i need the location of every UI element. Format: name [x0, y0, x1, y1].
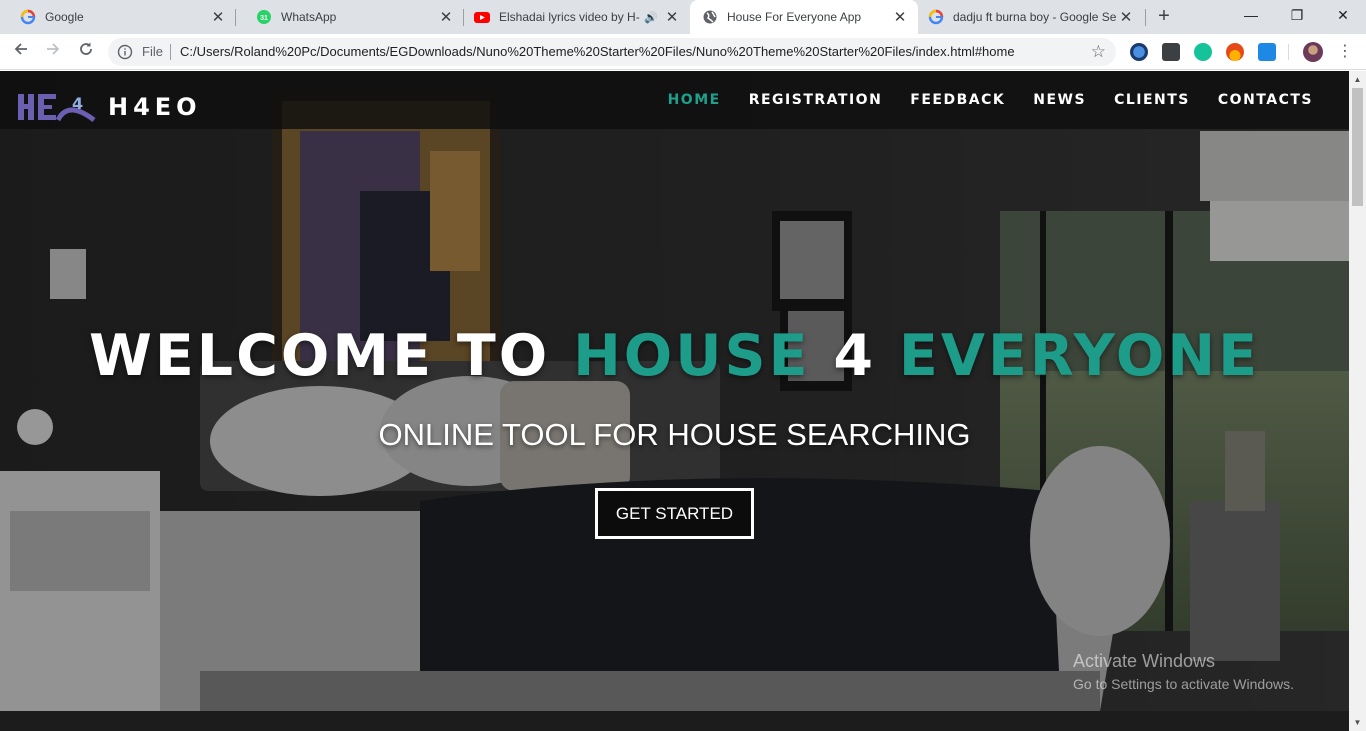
extension-puzzle-icon[interactable]: [1162, 43, 1180, 61]
back-button[interactable]: [9, 40, 33, 64]
windows-activation-watermark: Activate Windows Go to Settings to activ…: [1073, 651, 1294, 692]
avatar[interactable]: [1303, 42, 1323, 62]
forward-button[interactable]: [41, 40, 65, 64]
logo-mark-text: 4: [72, 94, 83, 113]
close-tab-icon[interactable]: ✕: [1116, 8, 1136, 26]
tab-strip: Google ✕ 31 WhatsApp ✕ Elshadai lyrics v…: [0, 0, 1366, 34]
logo-mark-icon: 4: [18, 94, 96, 122]
whatsapp-icon: 31: [256, 9, 272, 25]
tab-youtube[interactable]: Elshadai lyrics video by H-c 🔊 ✕: [464, 0, 690, 34]
nav-contacts[interactable]: CONTACTS: [1218, 92, 1313, 108]
tab-title: Elshadai lyrics video by H-c: [499, 10, 641, 24]
tab-house-for-everyone[interactable]: House For Everyone App ✕: [690, 0, 918, 34]
arrow-right-icon: [47, 43, 60, 55]
tab-google[interactable]: Google ✕: [0, 0, 236, 34]
extension-square-icon[interactable]: [1258, 43, 1276, 61]
tab-title: WhatsApp: [281, 10, 337, 24]
extension-globe-icon[interactable]: [1130, 43, 1148, 61]
youtube-icon: [474, 9, 490, 25]
headline-house: HOUSE: [573, 323, 811, 389]
headline-everyone: EVERYONE: [898, 323, 1261, 389]
nav-clients[interactable]: CLIENTS: [1114, 92, 1190, 108]
google-icon: [928, 9, 944, 25]
get-started-button[interactable]: GET STARTED: [595, 488, 754, 539]
headline-four: 4: [833, 323, 877, 389]
whatsapp-badge: 31: [260, 15, 268, 22]
google-icon: [20, 9, 36, 25]
hero-headline: WELCOME TO HOUSE 4 EVERYONE: [0, 323, 1349, 389]
site-logo[interactable]: 4 H4EO: [16, 92, 202, 122]
reload-button[interactable]: [74, 40, 98, 64]
close-tab-icon[interactable]: ✕: [436, 8, 456, 26]
reload-icon: [80, 42, 92, 55]
headline-welcome: WELCOME TO: [88, 323, 551, 389]
bookmark-star-icon[interactable]: ☆: [1091, 42, 1106, 62]
close-window-button[interactable]: ✕: [1320, 0, 1366, 30]
tab-title: dadju ft burna boy - Google Se: [953, 10, 1116, 24]
grammarly-icon[interactable]: [1194, 43, 1212, 61]
address-bar[interactable]: File C:/Users/Roland%20Pc/Documents/EGDo…: [108, 38, 1116, 66]
minimize-button[interactable]: —: [1228, 0, 1274, 30]
main-nav: HOME REGISTRATION FEEDBACK NEWS CLIENTS …: [640, 71, 1313, 129]
extension-fire-icon[interactable]: [1226, 43, 1244, 61]
page-viewport: 4 H4EO HOME REGISTRATION FEEDBACK NEWS C…: [0, 71, 1366, 731]
logo-text: H4EO: [108, 93, 202, 121]
scroll-up-arrow-icon[interactable]: ▲: [1349, 71, 1366, 88]
tab-title: Google: [45, 10, 84, 24]
close-tab-icon[interactable]: ✕: [208, 8, 228, 26]
nav-feedback[interactable]: FEEDBACK: [910, 92, 1005, 108]
browser-toolbar: File C:/Users/Roland%20Pc/Documents/EGDo…: [0, 34, 1366, 70]
nav-news[interactable]: NEWS: [1033, 92, 1086, 108]
maximize-button[interactable]: ❐: [1274, 0, 1320, 30]
close-tab-icon[interactable]: ✕: [662, 8, 682, 26]
menu-dots-icon[interactable]: ⋮: [1335, 40, 1355, 64]
url-text[interactable]: C:/Users/Roland%20Pc/Documents/EGDownloa…: [180, 44, 1015, 59]
info-icon[interactable]: [117, 44, 133, 60]
tab-whatsapp[interactable]: 31 WhatsApp ✕: [236, 0, 464, 34]
nav-registration[interactable]: REGISTRATION: [749, 92, 883, 108]
page-scrollbar[interactable]: ▲ ▼: [1349, 71, 1366, 731]
scheme-label: File: [142, 44, 163, 59]
tab-google-search[interactable]: dadju ft burna boy - Google Se ✕: [918, 0, 1144, 34]
new-tab-button[interactable]: +: [1152, 5, 1176, 29]
nav-home[interactable]: HOME: [668, 92, 721, 108]
tab-title: House For Everyone App: [727, 10, 862, 24]
scroll-down-arrow-icon[interactable]: ▼: [1349, 714, 1366, 731]
watermark-subtitle: Go to Settings to activate Windows.: [1073, 676, 1294, 692]
site-navbar: 4 H4EO HOME REGISTRATION FEEDBACK NEWS C…: [0, 71, 1349, 129]
close-tab-icon[interactable]: ✕: [890, 8, 910, 26]
arrow-left-icon: [14, 43, 27, 55]
hero-section: 4 H4EO HOME REGISTRATION FEEDBACK NEWS C…: [0, 71, 1349, 731]
scroll-thumb[interactable]: [1352, 88, 1363, 206]
hero-subtitle: ONLINE TOOL FOR HOUSE SEARCHING: [378, 417, 971, 452]
watermark-title: Activate Windows: [1073, 651, 1216, 671]
globe-icon: [702, 9, 718, 25]
speaker-icon[interactable]: 🔊: [644, 11, 658, 24]
